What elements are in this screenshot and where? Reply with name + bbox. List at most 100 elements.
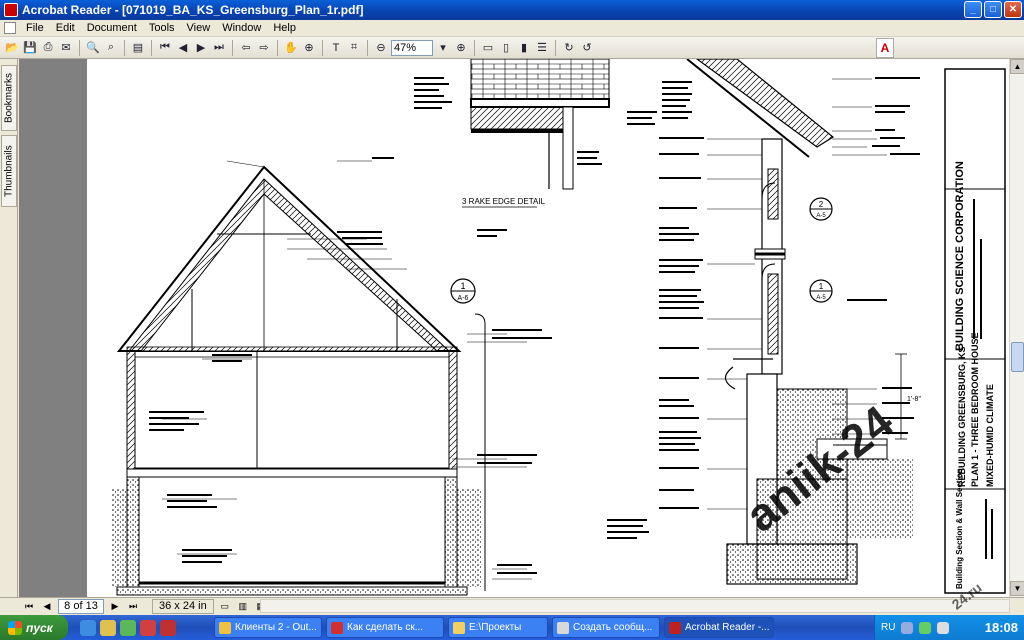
task-opera[interactable]: Как сделать ск... xyxy=(326,617,444,638)
reflow-icon[interactable]: ☰ xyxy=(534,40,550,56)
toolbar-separator xyxy=(151,39,152,56)
titleblock-company: BUILDING SCIENCE CORPORATION xyxy=(954,161,966,351)
network-icon[interactable] xyxy=(901,621,914,634)
outlook-icon xyxy=(219,621,231,634)
task-explorer[interactable]: E:\Проекты xyxy=(448,617,548,638)
print-icon[interactable]: ⎙ xyxy=(40,40,56,56)
task-label: Клиенты 2 - Out... xyxy=(235,622,317,633)
close-button[interactable]: ✕ xyxy=(1004,1,1022,18)
wall-callout-1-number: 1 xyxy=(819,282,824,291)
save-icon[interactable]: 💾 xyxy=(22,40,38,56)
messenger-icon[interactable] xyxy=(120,619,136,636)
last-page-icon[interactable]: ⏭ xyxy=(211,40,227,56)
titleblock-plan: PLAN 1 - THREE BEDROOM HOUSE xyxy=(970,332,980,487)
zoom-out-icon[interactable]: ⊖ xyxy=(373,40,389,56)
navigation-pane-icon[interactable]: ▤ xyxy=(130,40,146,56)
start-button[interactable]: пуск xyxy=(0,615,68,640)
acrobat-app-icon xyxy=(4,3,18,17)
opera-icon xyxy=(331,621,343,634)
zoom-in-icon[interactable]: ⊕ xyxy=(453,40,469,56)
adobe-logo: A xyxy=(876,38,894,58)
task-new-message[interactable]: Создать сообщ... xyxy=(552,617,660,638)
volume-icon[interactable] xyxy=(937,621,950,634)
pdf-page: 1 A-6 3 RAKE EDGE DETAIL 1'-8" 2 A-5 1 A… xyxy=(87,59,1009,597)
task-label: Как сделать ск... xyxy=(347,622,424,633)
document-icon[interactable] xyxy=(4,22,16,34)
titleblock-climate: MIXED-HUMID CLIMATE xyxy=(985,384,995,487)
toolbar-separator xyxy=(277,39,278,56)
find-icon[interactable]: ⌕ xyxy=(103,40,119,56)
task-acrobat[interactable]: Acrobat Reader -... xyxy=(664,617,774,638)
rake-detail-title: 3 RAKE EDGE DETAIL xyxy=(462,197,546,206)
zoom-dropdown-icon[interactable]: ▾ xyxy=(435,40,451,56)
main-toolbar: 📂 💾 ⎙ ✉ 🔍 ⌕ ▤ ⏮ ◀ ▶ ⏭ ⇦ ⇨ ✋ ⊕ T ⌗ ⊖ 47% … xyxy=(0,37,1024,59)
language-indicator[interactable]: RU xyxy=(881,622,895,633)
zoom-level-input[interactable]: 47% xyxy=(391,39,433,56)
single-page-icon[interactable]: ▭ xyxy=(218,600,232,614)
title-block: BUILDING SCIENCE CORPORATION REBUILDING … xyxy=(944,68,1006,594)
previous-page-icon[interactable]: ◀ xyxy=(40,600,54,614)
folder-icon xyxy=(453,621,465,634)
minimize-button[interactable]: _ xyxy=(964,1,982,18)
continuous-icon[interactable]: ▥ xyxy=(236,600,250,614)
fit-page-icon[interactable]: ▯ xyxy=(498,40,514,56)
section-callout-sheet: A-6 xyxy=(458,295,469,302)
building-section: 1 A-6 xyxy=(111,157,552,596)
titleblock-sheet-title: Building Section & Wall Section xyxy=(955,468,964,589)
page-size-label: 36 x 24 in xyxy=(152,599,214,614)
document-viewport[interactable]: 1 A-6 3 RAKE EDGE DETAIL 1'-8" 2 A-5 1 A… xyxy=(19,59,1009,597)
window-titlebar[interactable]: Acrobat Reader - [071019_BA_KS_Greensbur… xyxy=(0,0,1024,20)
menu-edit[interactable]: Edit xyxy=(50,22,81,34)
actual-size-icon[interactable]: ▭ xyxy=(480,40,496,56)
system-tray: RU 18:08 xyxy=(874,615,1024,640)
rotate-ccw-icon[interactable]: ↺ xyxy=(579,40,595,56)
menu-window[interactable]: Window xyxy=(216,22,267,34)
menu-help[interactable]: Help xyxy=(267,22,302,34)
fit-width-icon[interactable]: ▮ xyxy=(516,40,532,56)
scroll-thumb[interactable] xyxy=(1011,342,1024,372)
snapshot-icon[interactable]: ⌗ xyxy=(346,40,362,56)
clock[interactable]: 18:08 xyxy=(985,620,1018,635)
next-page-icon[interactable]: ▶ xyxy=(108,600,122,614)
next-page-icon[interactable]: ▶ xyxy=(193,40,209,56)
menu-view[interactable]: View xyxy=(181,22,217,34)
scroll-up-icon[interactable]: ▲ xyxy=(1010,59,1024,74)
menubar: File Edit Document Tools View Window Hel… xyxy=(0,20,1024,37)
ie-icon[interactable] xyxy=(80,619,96,636)
first-page-icon[interactable]: ⏮ xyxy=(22,600,36,614)
next-view-icon[interactable]: ⇨ xyxy=(256,40,272,56)
email-icon[interactable]: ✉ xyxy=(58,40,74,56)
menu-document[interactable]: Document xyxy=(81,22,143,34)
antivirus-icon[interactable] xyxy=(919,621,932,634)
opera-icon[interactable] xyxy=(140,619,156,636)
tab-bookmarks[interactable]: Bookmarks xyxy=(1,65,17,131)
folder-icon[interactable] xyxy=(100,619,116,636)
menu-file[interactable]: File xyxy=(20,22,50,34)
section-callout-number: 1 xyxy=(460,281,465,291)
tab-thumbnails[interactable]: Thumbnails xyxy=(1,135,17,207)
text-select-icon[interactable]: T xyxy=(328,40,344,56)
open-icon[interactable]: 📂 xyxy=(4,40,20,56)
task-outlook[interactable]: Клиенты 2 - Out... xyxy=(214,617,322,638)
window-title: Acrobat Reader - [071019_BA_KS_Greensbur… xyxy=(22,3,364,17)
scroll-down-icon[interactable]: ▼ xyxy=(1010,581,1024,596)
menu-tools[interactable]: Tools xyxy=(143,22,181,34)
hand-tool-icon[interactable]: ✋ xyxy=(283,40,299,56)
first-page-icon[interactable]: ⏮ xyxy=(157,40,173,56)
acrobat-icon[interactable] xyxy=(160,619,176,636)
architectural-drawing: 1 A-6 3 RAKE EDGE DETAIL 1'-8" 2 A-5 1 A… xyxy=(111,59,1006,596)
horizontal-scrollbar[interactable] xyxy=(260,599,1010,613)
start-label: пуск xyxy=(26,620,53,635)
previous-page-icon[interactable]: ◀ xyxy=(175,40,191,56)
page-number-field[interactable]: 8 of 13 xyxy=(58,599,104,614)
previous-view-icon[interactable]: ⇦ xyxy=(238,40,254,56)
rotate-icon[interactable]: ↻ xyxy=(561,40,577,56)
wall-callout-2-sheet: A-5 xyxy=(816,213,826,219)
zoom-tool-icon[interactable]: ⊕ xyxy=(301,40,317,56)
vertical-scrollbar[interactable]: ▲ ▼ xyxy=(1009,59,1024,597)
maximize-button[interactable]: □ xyxy=(984,1,1002,18)
task-label: Acrobat Reader -... xyxy=(685,622,770,633)
last-page-icon[interactable]: ⏭ xyxy=(126,600,140,614)
search-icon[interactable]: 🔍 xyxy=(85,40,101,56)
toolbar-separator xyxy=(367,39,368,56)
